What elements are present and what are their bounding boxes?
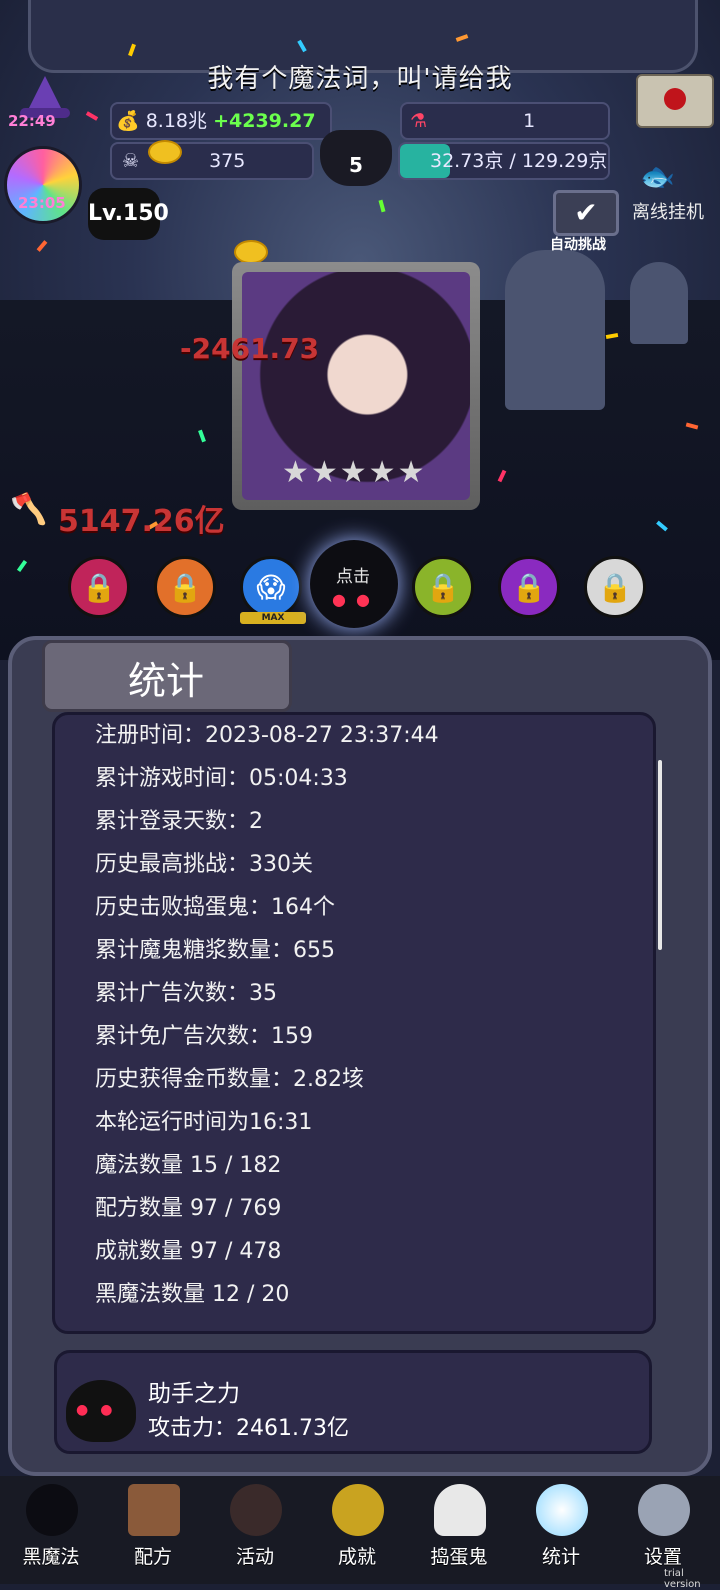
nav-stats[interactable]: 统计: [516, 1476, 606, 1584]
helper-panel: [54, 1350, 652, 1454]
auto-challenge-label: 自动挑战: [550, 237, 606, 253]
candy-icon[interactable]: [4, 146, 82, 224]
skull-bar: ☠ 375: [110, 142, 314, 180]
stats-scrollbar[interactable]: [658, 760, 662, 950]
stats-globe-icon: [536, 1484, 588, 1536]
damage-number-large: 5147.26亿: [58, 504, 225, 539]
spell-text: 我有个魔法词，叫'请给我: [207, 64, 513, 94]
locked-orb-red[interactable]: 🔒: [68, 556, 130, 618]
nav-label: 活动: [235, 1546, 274, 1568]
star-rating: ★★★★★: [282, 455, 427, 490]
nav-label: 设置: [643, 1546, 682, 1568]
nav-event[interactable]: 活动: [210, 1476, 300, 1584]
coin-icon: [148, 140, 182, 164]
helper-devil-icon: ●●: [66, 1380, 136, 1442]
skull-count: 375: [209, 150, 246, 172]
axe-icon: 🪓: [10, 492, 48, 527]
nav-label: 配方: [133, 1546, 172, 1568]
gold-bar: 💰 8.18兆 +4239.27亿: [110, 102, 332, 166]
ghost-orb-blue[interactable]: 😱: [240, 556, 302, 618]
gravestone: [505, 250, 605, 410]
offline-idle-button[interactable]: 离线挂机: [632, 198, 704, 224]
lock-icon: 🔒: [81, 571, 117, 604]
stat-magic-count: 魔法数量 15 / 182: [95, 1153, 282, 1178]
locked-orb-orange[interactable]: 🔒: [154, 556, 216, 618]
nav-black-magic[interactable]: 黑魔法: [6, 1476, 96, 1584]
ghost-icon: [434, 1484, 486, 1536]
stat-run-time: 本轮运行时间为16:31: [95, 1110, 313, 1135]
achievement-trophy-icon: [332, 1484, 384, 1536]
stats-list[interactable]: 注册时间：2023-08-27 23:37:44 累计游戏时间：05:04:33…: [52, 712, 656, 1334]
devil-eyes-icon: ●●: [332, 590, 380, 609]
event-cake-icon: [230, 1484, 282, 1536]
cauldron-icon[interactable]: 5: [320, 130, 392, 186]
locked-orb-white[interactable]: 🔒: [584, 556, 646, 618]
recipe-book-icon: [128, 1484, 180, 1536]
lock-icon: 🔒: [425, 571, 461, 604]
gold-amount: 8.18兆: [145, 110, 208, 132]
potion-icon: ⚗: [410, 110, 428, 132]
stat-pranksters-defeated: 历史击败捣蛋鬼：164个: [95, 895, 335, 920]
trial-watermark: trial version: [664, 1568, 701, 1590]
stat-black-magic-count: 黑魔法数量 12 / 20: [95, 1282, 290, 1307]
locked-orb-purple[interactable]: 🔒: [498, 556, 560, 618]
fishbone-icon[interactable]: 🐟: [640, 160, 675, 193]
stat-recipe-count: 配方数量 97 / 769: [95, 1196, 282, 1221]
nav-prankster[interactable]: 捣蛋鬼: [414, 1476, 504, 1584]
nav-recipe[interactable]: 配方: [108, 1476, 198, 1584]
nav-label: 黑魔法: [22, 1546, 80, 1568]
panel-title: 统计: [128, 659, 205, 703]
stat-gold-earned: 历史获得金币数量：2.82垓: [95, 1067, 364, 1092]
progress-bar: 32.73京 / 129.29京: [398, 142, 610, 180]
lock-icon: 🔒: [511, 571, 547, 604]
click-attack-button[interactable]: 点击 ●●: [310, 540, 398, 628]
money-bag-icon: 💰: [116, 110, 140, 132]
black-magic-icon: [26, 1484, 78, 1536]
enemy-portrait[interactable]: ★★★★★: [232, 262, 480, 510]
nav-label: 捣蛋鬼: [430, 1546, 488, 1568]
nav-label: 成就: [337, 1546, 376, 1568]
max-tag: MAX: [240, 612, 306, 624]
nav-label: 统计: [541, 1546, 580, 1568]
stat-play-time: 累计游戏时间：05:04:33: [95, 766, 348, 791]
potion-count: 1: [523, 110, 536, 132]
witch-girl-portrait: ★★★★★: [242, 272, 470, 500]
stat-ads-count: 累计广告次数：35: [95, 981, 277, 1006]
auto-challenge-checkbox[interactable]: ✔: [553, 190, 619, 236]
potion-bar: ⚗ 1: [400, 102, 610, 140]
damage-number: -2461.73: [180, 332, 320, 365]
helper-attack: 攻击力：2461.73亿: [148, 1416, 349, 1441]
helper-title: 助手之力: [148, 1381, 240, 1407]
nav-achievement[interactable]: 成就: [312, 1476, 402, 1584]
cauldron-count: 5: [349, 153, 363, 177]
locked-orb-green[interactable]: 🔒: [412, 556, 474, 618]
skull-icon: ☠: [122, 150, 140, 172]
lock-icon: 🔒: [597, 571, 633, 604]
progress-text: 32.73京 / 129.29京: [430, 150, 608, 172]
hat-timer: 22:49: [8, 112, 56, 130]
level-badge: Lv.150: [88, 188, 169, 240]
stat-login-days: 累计登录天数：2: [95, 809, 263, 834]
stat-register-time: 注册时间：2023-08-27 23:37:44: [95, 723, 439, 748]
stat-devil-syrup: 累计魔鬼糖浆数量：655: [95, 938, 335, 963]
gravestone: [630, 262, 688, 344]
gear-icon: [638, 1484, 690, 1536]
bottom-nav: 黑魔法 配方 活动 成就 捣蛋鬼 统计 设置: [0, 1476, 720, 1584]
stat-highest-challenge: 历史最高挑战：330关: [95, 852, 313, 877]
lock-icon: 🔒: [167, 571, 203, 604]
stat-achievement-count: 成就数量 97 / 478: [95, 1239, 282, 1264]
mail-icon[interactable]: [636, 74, 714, 128]
candy-timer: 23:05: [18, 194, 66, 212]
coin-icon: [234, 240, 268, 264]
click-label: 点击: [336, 567, 370, 587]
stat-ad-free-count: 累计免广告次数：159: [95, 1024, 313, 1049]
